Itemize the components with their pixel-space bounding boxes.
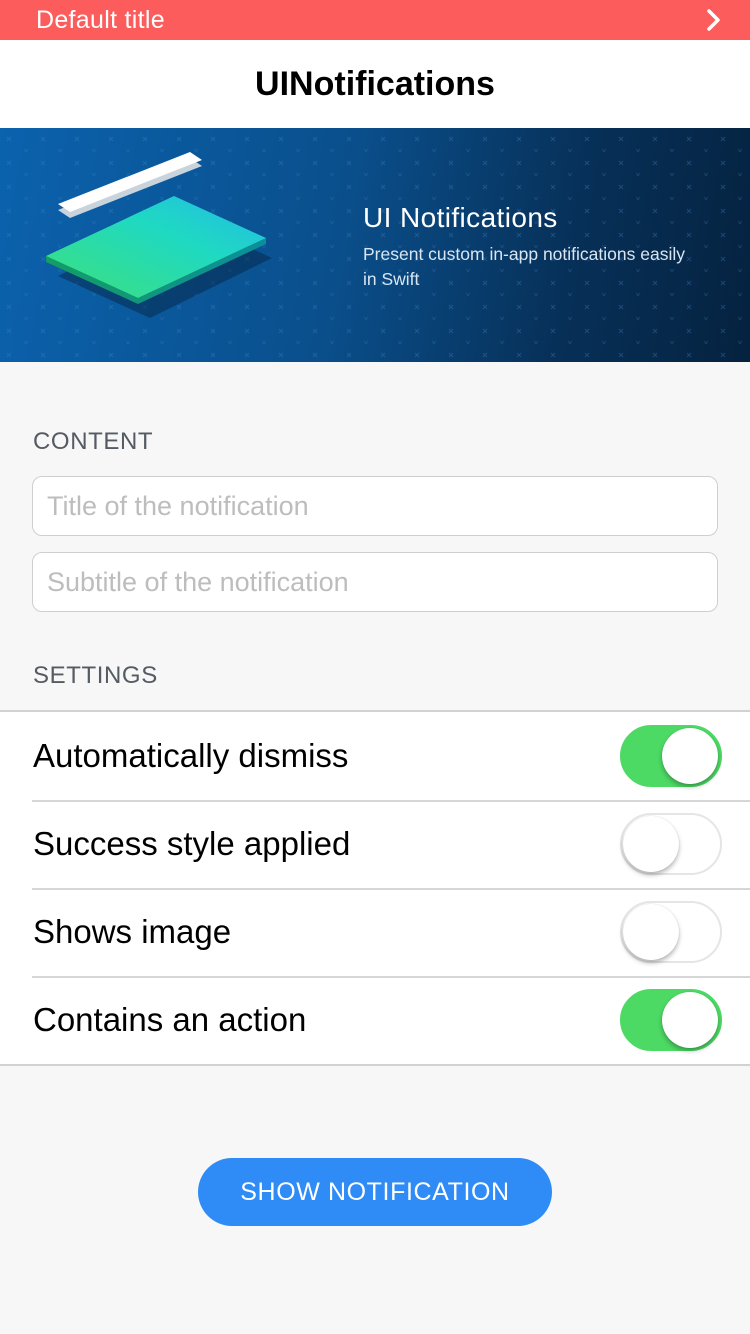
show-notification-button[interactable]: SHOW NOTIFICATION xyxy=(198,1158,552,1226)
shows-image-toggle[interactable] xyxy=(620,901,722,963)
notification-title: Default title xyxy=(36,5,165,34)
navigation-bar: UINotifications xyxy=(0,40,750,128)
hero-subtitle: Present custom in-app notifications easi… xyxy=(363,244,685,289)
notification-banner[interactable]: Default title xyxy=(0,0,750,40)
success-style-toggle[interactable] xyxy=(620,813,722,875)
automatically-dismiss-toggle[interactable] xyxy=(620,725,722,787)
notification-title-input[interactable] xyxy=(32,476,718,536)
settings-list: Automatically dismiss Success style appl… xyxy=(0,710,750,1066)
toggle-knob xyxy=(662,992,718,1048)
hero-banner: UI Notifications Present custom in-app n… xyxy=(0,128,750,362)
setting-row-shows-image: Shows image xyxy=(0,888,750,976)
chevron-right-icon[interactable] xyxy=(704,8,724,32)
settings-section-header: SETTINGS xyxy=(33,662,158,689)
setting-label: Automatically dismiss xyxy=(33,737,349,774)
toggle-knob xyxy=(662,728,718,784)
hero-heading: UI Notifications xyxy=(363,202,558,233)
setting-row-success-style: Success style applied xyxy=(0,800,750,888)
notification-subtitle-input[interactable] xyxy=(32,552,718,612)
content-section-header: CONTENT xyxy=(33,428,154,455)
setting-row-contains-action: Contains an action xyxy=(0,976,750,1064)
contains-action-toggle[interactable] xyxy=(620,989,722,1051)
page-title: UINotifications xyxy=(255,64,495,103)
stacked-cards-illustration xyxy=(46,152,272,318)
setting-label: Success style applied xyxy=(33,825,351,862)
toggle-knob xyxy=(623,904,679,960)
setting-label: Contains an action xyxy=(33,1001,307,1038)
setting-label: Shows image xyxy=(33,913,232,950)
setting-row-automatically-dismiss: Automatically dismiss xyxy=(0,712,750,800)
toggle-knob xyxy=(623,816,679,872)
